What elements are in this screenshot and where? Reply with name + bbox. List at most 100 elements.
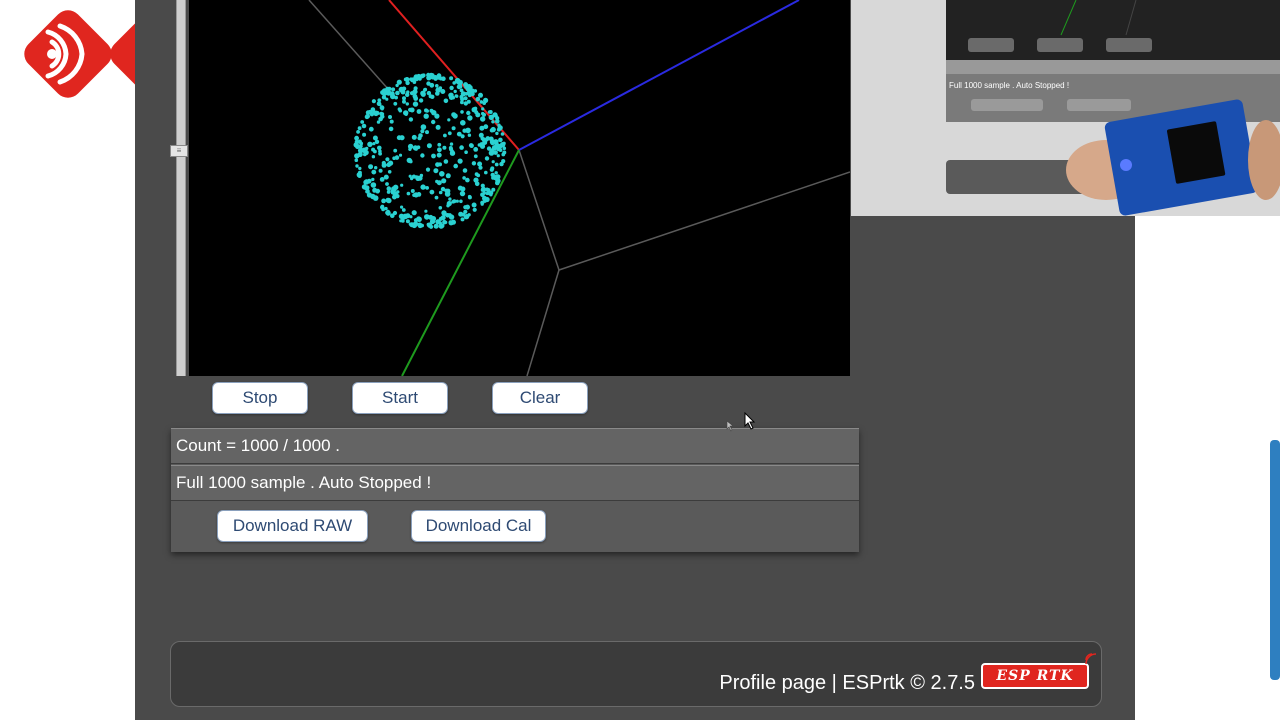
sample-point	[412, 145, 418, 151]
sample-point	[357, 126, 362, 131]
sample-point	[448, 220, 454, 226]
webcam-overlay: Full 1000 sample . Auto Stopped !	[851, 0, 1280, 216]
sample-point	[498, 137, 503, 143]
sample-point	[500, 132, 505, 136]
sample-point	[429, 224, 434, 229]
sample-point	[385, 90, 392, 96]
sample-point	[486, 146, 492, 151]
sample-point	[375, 189, 380, 194]
sample-point	[371, 99, 376, 104]
3d-viewport[interactable]	[189, 0, 850, 376]
sample-point	[423, 113, 429, 119]
sample-point	[460, 134, 465, 139]
sample-point	[429, 108, 434, 113]
sample-point	[436, 180, 442, 186]
sample-point	[420, 90, 426, 97]
sample-point	[357, 170, 362, 175]
sample-point	[354, 139, 359, 144]
clear-button[interactable]: Clear	[492, 382, 588, 414]
mouse-cursor-icon	[744, 412, 756, 430]
sample-point	[491, 160, 495, 164]
sample-point	[371, 155, 376, 159]
sample-point	[466, 110, 471, 116]
page-scrollbar[interactable]	[1270, 440, 1280, 680]
sample-point	[438, 206, 443, 210]
sample-point	[463, 96, 468, 101]
download-cal-button[interactable]: Download Cal	[411, 510, 546, 542]
sample-point	[372, 135, 378, 141]
sample-point	[387, 170, 392, 174]
sample-point	[381, 162, 387, 168]
sample-point	[440, 89, 446, 94]
sample-point	[452, 113, 458, 119]
sample-point	[405, 219, 410, 224]
sample-point	[494, 114, 498, 118]
sample-point	[424, 108, 428, 113]
sample-point	[502, 141, 506, 146]
sample-point	[475, 112, 481, 118]
sample-point	[462, 168, 468, 173]
sample-point	[479, 125, 485, 131]
sample-point	[473, 154, 478, 159]
sample-point	[485, 138, 489, 142]
sample-point	[477, 161, 483, 167]
sample-point	[453, 163, 459, 169]
sample-point	[471, 107, 477, 113]
sample-point	[410, 189, 415, 193]
status-panel: Count = 1000 / 1000 . Full 1000 sample .…	[171, 428, 859, 552]
secondary-cursor-icon	[726, 420, 734, 432]
sample-point	[458, 211, 464, 217]
sample-point	[438, 223, 444, 229]
sample-point	[476, 173, 481, 178]
sample-point	[438, 162, 442, 167]
sample-point	[386, 190, 391, 194]
sample-point	[354, 135, 359, 141]
sample-point	[408, 117, 414, 122]
sample-point	[412, 93, 418, 99]
sample-point	[395, 90, 400, 96]
sample-point	[501, 159, 506, 164]
sample-point	[442, 145, 447, 150]
sample-point	[460, 120, 466, 126]
sample-point	[370, 182, 377, 188]
slider-handle[interactable]: ≡	[170, 145, 188, 157]
sample-point	[482, 195, 487, 201]
sample-point	[465, 177, 470, 183]
esprtk-logo-icon: ESP RTK	[981, 663, 1089, 689]
sample-point	[431, 153, 436, 159]
sample-point	[448, 146, 453, 150]
sample-point	[424, 209, 428, 213]
sample-point	[482, 101, 487, 105]
sample-point	[401, 86, 406, 91]
sample-point	[361, 123, 367, 129]
sample-point	[413, 90, 418, 94]
grid-line	[518, 149, 560, 271]
stop-button[interactable]: Stop	[212, 382, 308, 414]
sample-point	[416, 192, 422, 197]
download-raw-button[interactable]: Download RAW	[217, 510, 368, 542]
sample-point	[386, 186, 392, 191]
sample-point	[377, 98, 382, 103]
start-button[interactable]: Start	[352, 382, 448, 414]
sample-point	[437, 147, 442, 153]
sample-point	[405, 92, 410, 98]
sample-point	[464, 150, 468, 154]
sample-point	[399, 135, 405, 141]
sample-point	[400, 183, 404, 187]
sample-point	[443, 133, 447, 138]
sample-point	[434, 195, 439, 200]
sample-point	[418, 98, 424, 103]
sample-point	[449, 142, 454, 146]
sample-point	[385, 182, 389, 186]
sample-point	[453, 89, 457, 94]
vertical-slider-track[interactable]	[176, 0, 186, 376]
sample-point	[425, 167, 431, 172]
sample-point	[482, 191, 486, 195]
sample-point	[381, 198, 386, 204]
sample-point	[467, 115, 473, 121]
sample-point	[406, 191, 411, 196]
sample-point	[355, 164, 359, 168]
sample-point	[408, 147, 412, 151]
sample-point	[383, 174, 389, 180]
sample-point	[460, 97, 465, 102]
